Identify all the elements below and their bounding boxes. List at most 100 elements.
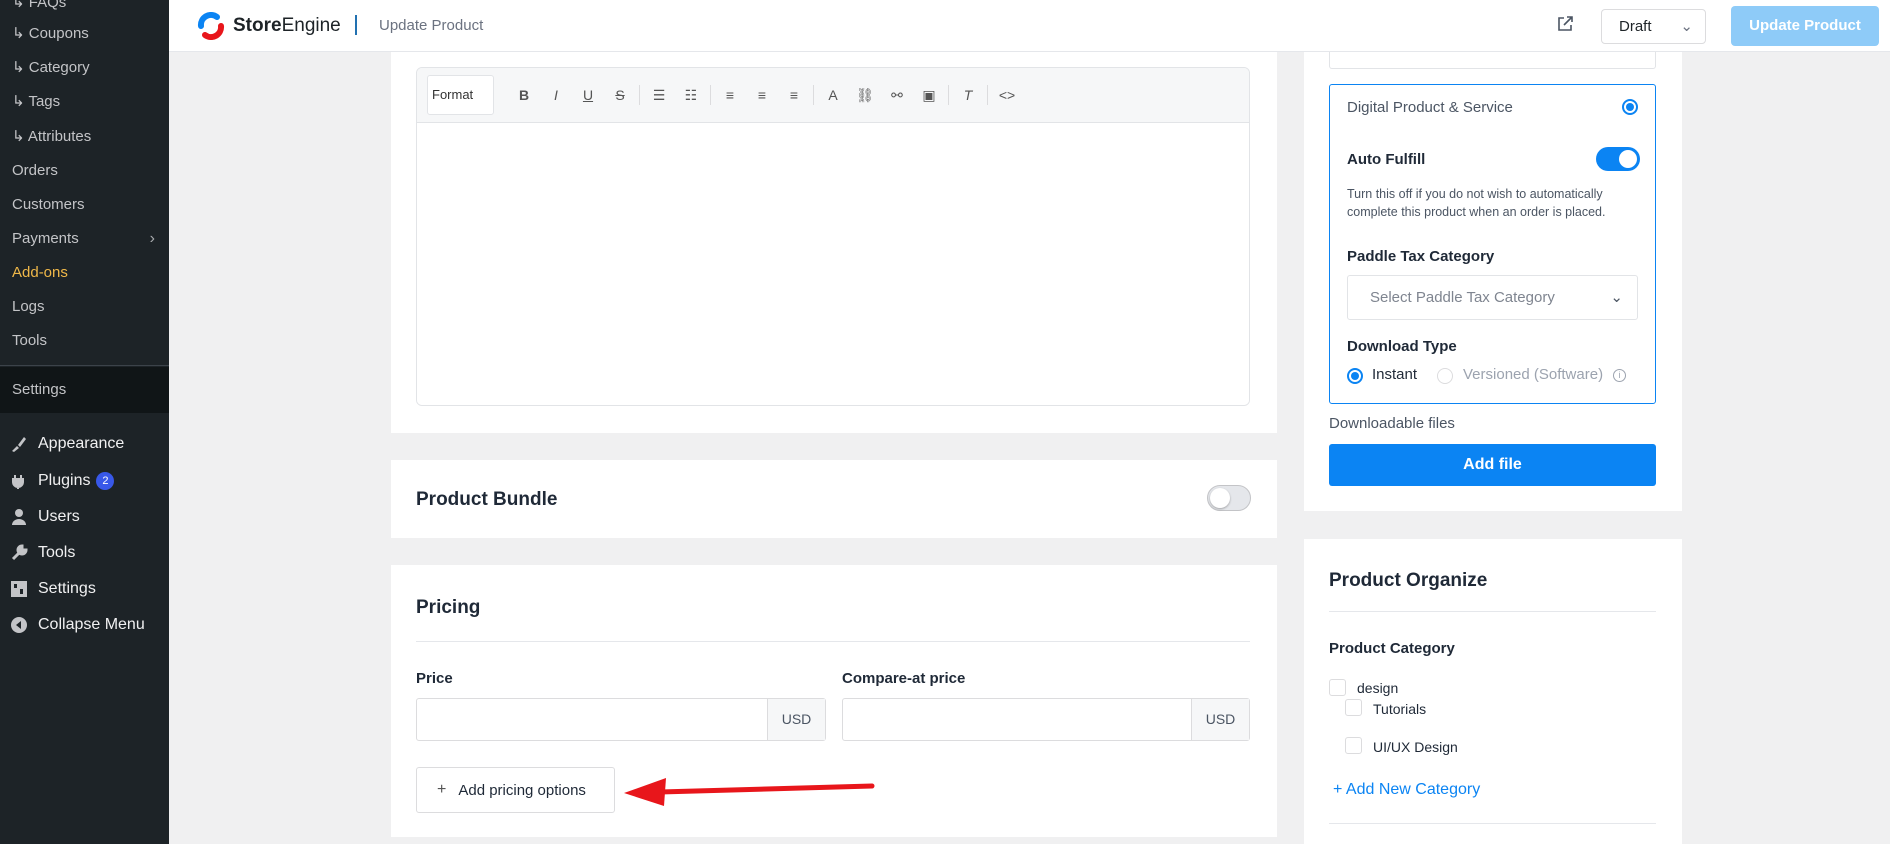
plus-icon: +: [1333, 781, 1346, 798]
sidebar-item-payments[interactable]: Payments ›: [0, 226, 169, 252]
status-select[interactable]: Draft ⌄: [1601, 9, 1706, 44]
text-color-icon[interactable]: A: [817, 80, 849, 110]
divider: [1329, 611, 1656, 612]
clear-format-icon[interactable]: T: [952, 80, 984, 110]
code-view-icon[interactable]: <>: [991, 80, 1023, 110]
sidebar-item-faqs[interactable]: ↳ FAQs: [0, 0, 169, 16]
underline-icon[interactable]: U: [572, 80, 604, 110]
add-file-button[interactable]: Add file: [1329, 444, 1656, 486]
toolbar-divider: [639, 85, 640, 105]
toolbar-divider: [710, 85, 711, 105]
toolbar-divider: [948, 85, 949, 105]
toolbar-divider: [987, 85, 988, 105]
divider: [416, 641, 1250, 642]
product-category-label: Product Category: [1329, 640, 1455, 657]
collapse-menu-button[interactable]: Collapse Menu: [0, 608, 169, 642]
price-currency: USD: [767, 699, 825, 740]
image-icon[interactable]: ▣: [913, 80, 945, 110]
chevron-down-icon: ⌄: [1680, 18, 1693, 35]
pricing-title: Pricing: [416, 597, 481, 618]
sidebar-item-tools-sub[interactable]: Tools: [0, 328, 169, 354]
format-select[interactable]: Format: [427, 75, 494, 115]
editor-toolbar: Format B I U S ☰ ☷ ≡ ≡ ≡ A ⛓ ⚯ ▣ T <>: [417, 68, 1249, 123]
divider: [1329, 823, 1656, 824]
sidebar-item-coupons[interactable]: ↳ Coupons: [0, 21, 169, 47]
info-icon[interactable]: i: [1613, 369, 1626, 382]
product-bundle-title: Product Bundle: [416, 489, 558, 510]
sidebar-item-logs[interactable]: Logs: [0, 294, 169, 320]
category-checkbox-design[interactable]: [1329, 679, 1346, 696]
bold-icon[interactable]: B: [508, 80, 540, 110]
digital-product-radio[interactable]: [1622, 99, 1638, 115]
category-checkbox-uiux[interactable]: [1345, 737, 1362, 754]
plus-icon: +: [437, 781, 447, 798]
previous-option-box: [1329, 52, 1656, 69]
product-organize-title: Product Organize: [1329, 570, 1488, 591]
sidebar-item-label: Settings: [38, 580, 96, 597]
sidebar-item-orders[interactable]: Orders: [0, 158, 169, 184]
add-pricing-options-button[interactable]: + Add pricing options: [416, 767, 615, 813]
strikethrough-icon[interactable]: S: [604, 80, 636, 110]
price-input[interactable]: USD: [416, 698, 826, 741]
external-link-icon[interactable]: [1555, 14, 1575, 39]
price-label: Price: [416, 670, 453, 687]
rich-text-editor: Format B I U S ☰ ☷ ≡ ≡ ≡ A ⛓ ⚯ ▣ T <>: [416, 67, 1250, 406]
download-versioned-radio[interactable]: [1437, 368, 1453, 384]
paddle-tax-placeholder: Select Paddle Tax Category: [1370, 289, 1555, 306]
auto-fulfill-help: Turn this off if you do not wish to auto…: [1347, 187, 1606, 219]
add-new-category-link[interactable]: + Add New Category: [1333, 781, 1480, 799]
plug-icon: [9, 471, 29, 491]
sidebar-item-label: Users: [38, 508, 80, 525]
download-type-label: Download Type: [1347, 338, 1457, 355]
storeengine-logo[interactable]: StoreEngine: [195, 12, 341, 40]
paddle-tax-select[interactable]: Select Paddle Tax Category ⌄: [1347, 275, 1638, 320]
chevron-down-icon: ⌄: [1610, 289, 1623, 306]
italic-icon[interactable]: I: [540, 80, 572, 110]
unlink-icon[interactable]: ⚯: [881, 80, 913, 110]
sidebar-item-tags[interactable]: ↳ Tags: [0, 89, 169, 115]
toolbar-divider: [813, 85, 814, 105]
divider: [0, 365, 169, 366]
editor-content-area[interactable]: [417, 123, 1249, 405]
category-checkbox-tutorials[interactable]: [1345, 699, 1362, 716]
sidebar-item-label: Appearance: [38, 435, 125, 452]
download-instant-label: Instant: [1372, 366, 1418, 383]
digital-product-title: Digital Product & Service: [1347, 99, 1513, 116]
digital-product-option[interactable]: [1329, 84, 1656, 404]
auto-fulfill-label: Auto Fulfill: [1347, 151, 1426, 168]
sidebar-item-label: Collapse Menu: [38, 616, 145, 633]
sidebar-item-attributes[interactable]: ↳ Attributes: [0, 124, 169, 150]
sidebar-item-settings[interactable]: Settings: [0, 572, 169, 606]
sidebar-item-addons[interactable]: Add-ons: [0, 260, 169, 286]
sidebar-item-plugins[interactable]: Plugins 2: [0, 464, 169, 498]
logo-mark-icon: [197, 12, 225, 40]
bullet-list-icon[interactable]: ☰: [643, 80, 675, 110]
update-count-badge: 2: [96, 472, 115, 490]
category-label-tutorials: Tutorials: [1373, 701, 1427, 717]
wrench-icon: [9, 543, 29, 563]
compare-price-input[interactable]: USD: [842, 698, 1250, 741]
sidebar-item-category[interactable]: ↳ Category: [0, 55, 169, 81]
update-product-button[interactable]: Update Product: [1731, 6, 1879, 46]
sidebar-item-store-settings[interactable]: Settings: [0, 377, 169, 403]
sidebar-item-customers[interactable]: Customers: [0, 192, 169, 218]
numbered-list-icon[interactable]: ☷: [675, 80, 707, 110]
download-instant-radio[interactable]: [1347, 368, 1363, 384]
align-center-icon[interactable]: ≡: [746, 80, 778, 110]
compare-price-currency: USD: [1191, 699, 1249, 740]
sidebar-item-tools[interactable]: Tools: [0, 536, 169, 570]
collapse-icon: [9, 615, 29, 635]
align-right-icon[interactable]: ≡: [778, 80, 810, 110]
link-icon[interactable]: ⛓: [849, 80, 881, 110]
sliders-icon: [9, 579, 29, 599]
product-bundle-toggle[interactable]: [1207, 485, 1251, 511]
chevron-right-icon: ›: [149, 230, 155, 247]
auto-fulfill-toggle[interactable]: [1596, 147, 1640, 171]
title-divider: [355, 15, 357, 35]
paddle-tax-label: Paddle Tax Category: [1347, 248, 1495, 265]
align-left-icon[interactable]: ≡: [714, 80, 746, 110]
add-new-category-label: Add New Category: [1345, 781, 1481, 798]
sidebar-item-users[interactable]: Users: [0, 500, 169, 534]
sidebar-item-appearance[interactable]: Appearance: [0, 427, 169, 461]
page-title: Update Product: [379, 17, 484, 34]
